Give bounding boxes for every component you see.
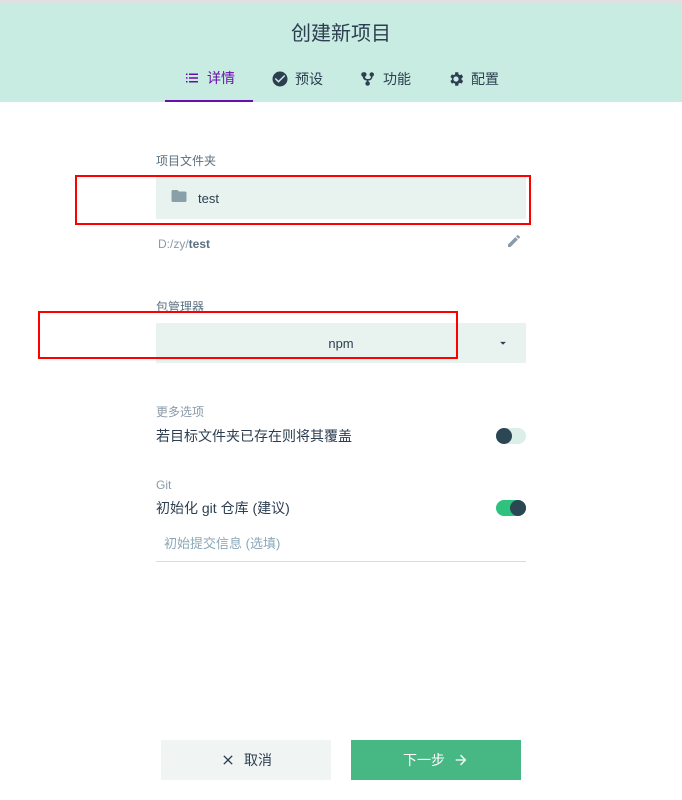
package-manager-select[interactable]: npm (156, 323, 526, 363)
arrow-right-icon (453, 752, 469, 768)
git-label: Git (156, 478, 526, 492)
page-title: 创建新项目 (0, 17, 682, 46)
folder-label: 项目文件夹 (156, 152, 526, 169)
content-area: 项目文件夹 test D:/zy/test (0, 102, 682, 594)
package-manager-section: 包管理器 npm (156, 298, 526, 363)
list-icon (183, 69, 201, 87)
close-icon (220, 752, 236, 768)
footer-actions: 取消 下一步 (0, 740, 682, 780)
overwrite-option-text: 若目标文件夹已存在则将其覆盖 (156, 426, 352, 446)
cancel-label: 取消 (244, 750, 272, 770)
package-manager-label: 包管理器 (156, 298, 526, 315)
path-name: test (189, 237, 210, 251)
tabs-bar: 详情 预设 功能 配置 (0, 58, 682, 102)
git-init-toggle[interactable] (496, 500, 526, 516)
path-row: D:/zy/test (156, 219, 526, 258)
cancel-button[interactable]: 取消 (161, 740, 331, 780)
select-value: npm (328, 336, 353, 351)
edit-icon[interactable] (502, 229, 526, 258)
full-path: D:/zy/test (158, 235, 210, 253)
tab-label: 详情 (207, 68, 235, 88)
check-circle-icon (271, 70, 289, 88)
toggle-knob (496, 428, 512, 444)
tab-label: 预设 (295, 69, 323, 89)
settings-icon (447, 70, 465, 88)
folder-section: 项目文件夹 test D:/zy/test (156, 152, 526, 258)
next-label: 下一步 (403, 750, 445, 770)
folder-icon (170, 187, 188, 210)
header: 创建新项目 详情 预设 功能 (0, 3, 682, 102)
tab-details[interactable]: 详情 (165, 58, 253, 102)
tab-features[interactable]: 功能 (341, 58, 429, 102)
overwrite-toggle[interactable] (496, 428, 526, 444)
fork-icon (359, 70, 377, 88)
tab-label: 功能 (383, 69, 411, 89)
commit-message-input[interactable] (156, 526, 526, 562)
more-options-section: 更多选项 若目标文件夹已存在则将其覆盖 (156, 403, 526, 446)
tab-presets[interactable]: 预设 (253, 58, 341, 102)
more-options-label: 更多选项 (156, 403, 526, 420)
tab-config[interactable]: 配置 (429, 58, 517, 102)
folder-input[interactable]: test (156, 177, 526, 219)
next-button[interactable]: 下一步 (351, 740, 521, 780)
toggle-knob (510, 500, 526, 516)
git-section: Git 初始化 git 仓库 (建议) (156, 478, 526, 562)
folder-name-value: test (198, 191, 219, 206)
path-prefix: D:/zy/ (158, 237, 189, 251)
git-init-text: 初始化 git 仓库 (建议) (156, 498, 290, 518)
tab-label: 配置 (471, 69, 499, 89)
chevron-down-icon (496, 336, 510, 350)
